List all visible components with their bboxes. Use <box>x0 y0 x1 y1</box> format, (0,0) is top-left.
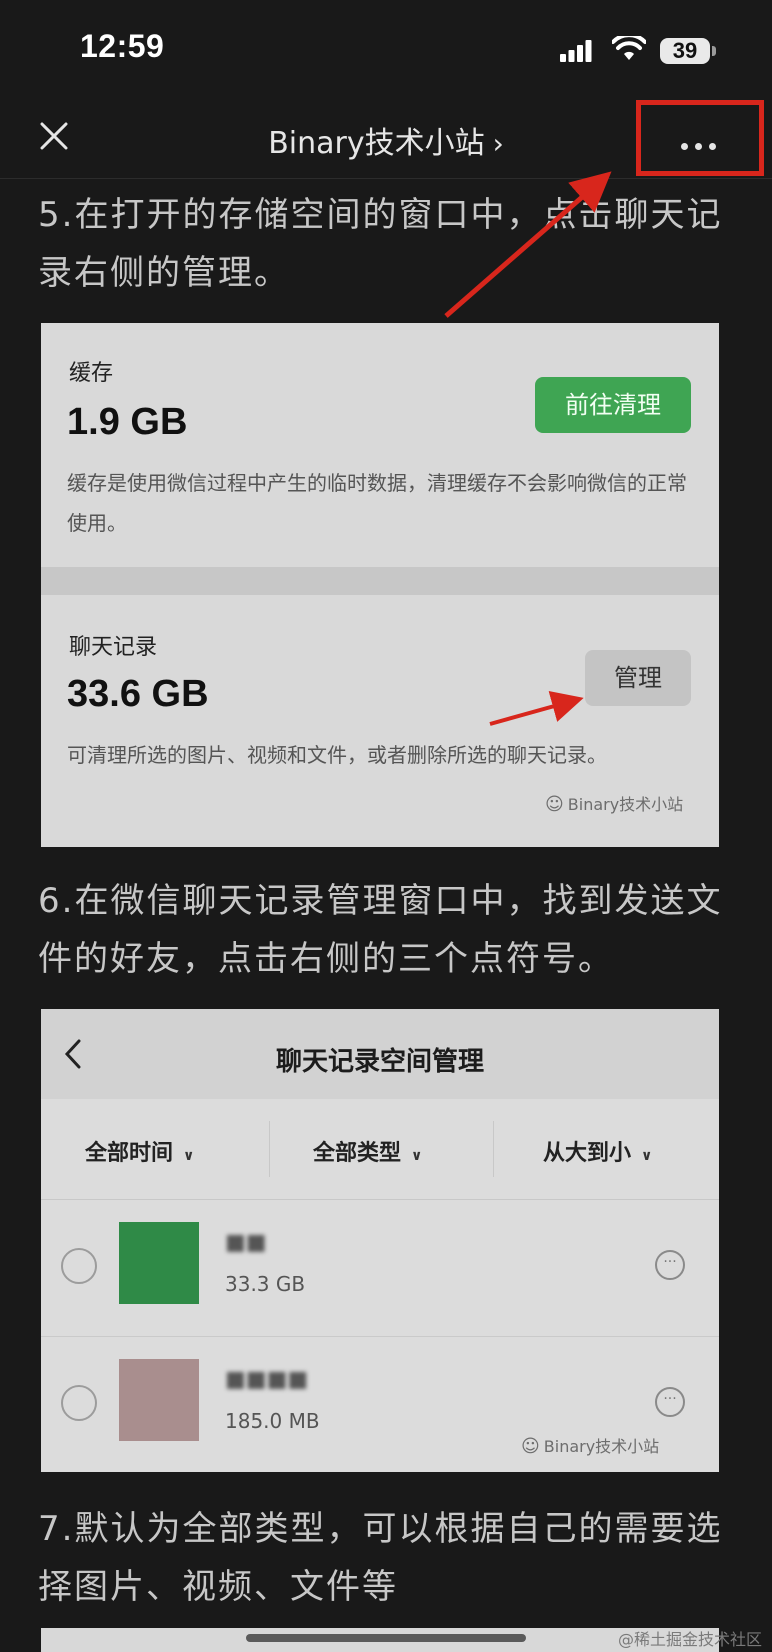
contact-name-blurred: ■■ <box>225 1230 267 1255</box>
filter-row: 全部时间 ∨ 全部类型 ∨ 从大到小 ∨ <box>41 1099 719 1200</box>
wechat-icon: ☺ <box>521 1436 540 1457</box>
chat-manage-screenshot: 聊天记录空间管理 全部时间 ∨ 全部类型 ∨ 从大到小 ∨ ■■ 33.3 GB ··… <box>41 1009 719 1472</box>
storage-watermark: ☺ Binary技术小站 <box>545 791 683 815</box>
status-bar: 12:59 39 <box>0 0 772 100</box>
cache-card: 缓存 1.9 GB 前往清理 缓存是使用微信过程中产生的临时数据，清理缓存不会影… <box>41 323 719 567</box>
chat-manage-watermark-text: Binary技术小站 <box>543 1437 660 1456</box>
contact-name-blurred: ■■■■ <box>225 1367 309 1392</box>
footer-watermark: @稀土掘金技术社区 <box>618 1630 763 1649</box>
contact-thumbnail <box>119 1222 199 1304</box>
row-more-icon: ··· <box>655 1387 685 1417</box>
filter-divider <box>493 1121 494 1177</box>
cache-label: 缓存 <box>69 361 114 386</box>
wifi-icon <box>612 36 646 60</box>
account-title-text: Binary技术小站 <box>268 126 485 161</box>
battery-indicator: 39 <box>660 38 710 64</box>
sort-filter: 从大到小 ∨ <box>543 1135 652 1167</box>
wechat-icon: ☺ <box>545 794 564 815</box>
cache-description: 缓存是使用微信过程中产生的临时数据，清理缓存不会影响微信的正常使用。 <box>67 471 687 535</box>
cellular-signal-icon <box>560 40 592 62</box>
chevron-down-icon: ∨ <box>183 1148 195 1164</box>
chevron-down-icon: ∨ <box>411 1148 423 1164</box>
select-radio <box>61 1248 97 1284</box>
article-paragraph-6: 6.在微信聊天记录管理窗口中，找到发送文件的好友，点击右侧的三个点符号。 <box>38 881 723 979</box>
status-time: 12:59 <box>80 28 165 64</box>
type-filter-label: 全部类型 <box>313 1141 402 1166</box>
type-filter: 全部类型 ∨ <box>313 1135 422 1167</box>
article-paragraph-5: 5.在打开的存储空间的窗口中，点击聊天记录右侧的管理。 <box>38 195 723 293</box>
more-options-button[interactable] <box>636 100 764 176</box>
chat-history-size: 33.6 GB <box>67 673 209 715</box>
home-indicator[interactable] <box>246 1634 526 1642</box>
time-filter: 全部时间 ∨ <box>85 1135 194 1167</box>
nav-bar: Binary技术小站 › <box>0 100 772 179</box>
chat-manage-watermark: ☺ Binary技术小站 <box>521 1433 659 1457</box>
chevron-right-icon: › <box>492 127 504 160</box>
chevron-down-icon: ∨ <box>641 1148 653 1164</box>
select-radio <box>61 1385 97 1421</box>
manage-button: 管理 <box>585 650 691 706</box>
contact-thumbnail <box>119 1359 199 1441</box>
sort-filter-label: 从大到小 <box>543 1141 632 1166</box>
filter-divider <box>269 1121 270 1177</box>
chat-history-card: 聊天记录 33.6 GB 管理 可清理所选的图片、视频和文件，或者删除所选的聊天… <box>41 595 719 847</box>
chat-size: 185.0 MB <box>225 1409 320 1433</box>
storage-screenshot: 缓存 1.9 GB 前往清理 缓存是使用微信过程中产生的临时数据，清理缓存不会影… <box>41 323 719 847</box>
article-paragraph-7: 7.默认为全部类型，可以根据自己的需要选择图片、视频、文件等 <box>38 1509 723 1607</box>
chat-manage-header: 聊天记录空间管理 <box>41 1009 719 1099</box>
battery-tip <box>712 46 716 56</box>
chat-size: 33.3 GB <box>225 1272 306 1296</box>
time-filter-label: 全部时间 <box>85 1141 174 1166</box>
chat-manage-title: 聊天记录空间管理 <box>275 1047 484 1077</box>
chat-history-description: 可清理所选的图片、视频和文件，或者删除所选的聊天记录。 <box>67 743 607 767</box>
chat-history-label: 聊天记录 <box>69 635 158 660</box>
row-more-icon: ··· <box>655 1250 685 1280</box>
storage-watermark-text: Binary技术小站 <box>567 795 684 814</box>
list-item: ■■ 33.3 GB ··· <box>41 1200 719 1337</box>
clean-cache-button: 前往清理 <box>535 377 691 433</box>
cache-size: 1.9 GB <box>67 401 188 443</box>
more-dots-icon <box>681 135 723 154</box>
